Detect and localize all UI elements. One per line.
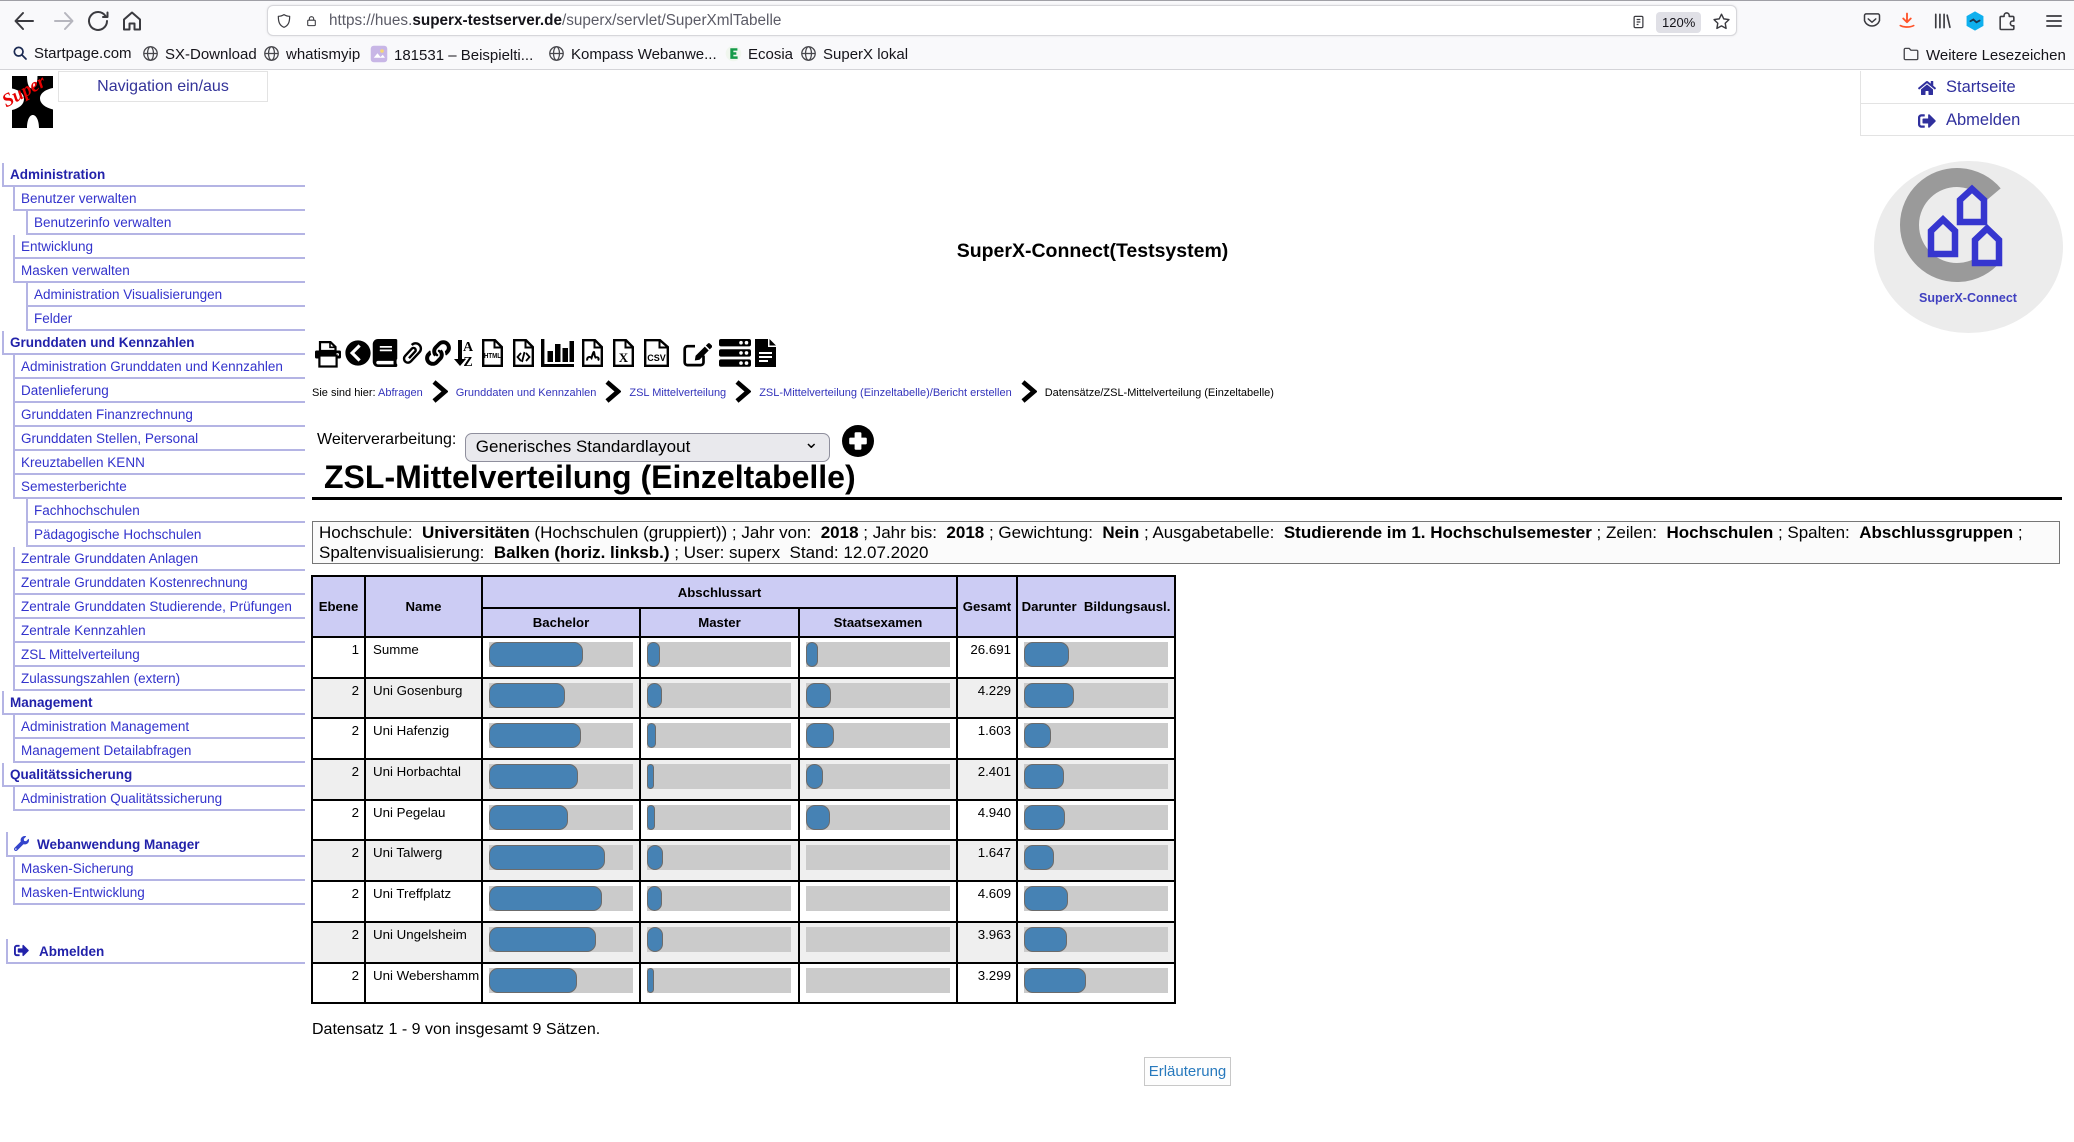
svg-text:A: A [463, 340, 474, 355]
svg-text:CSV: CSV [647, 353, 666, 363]
svg-text:HTML: HTML [484, 351, 501, 360]
svg-text:SuperX-Connect: SuperX-Connect [1919, 291, 2018, 305]
svg-text:X: X [619, 350, 629, 365]
svg-text:Z: Z [463, 355, 472, 367]
